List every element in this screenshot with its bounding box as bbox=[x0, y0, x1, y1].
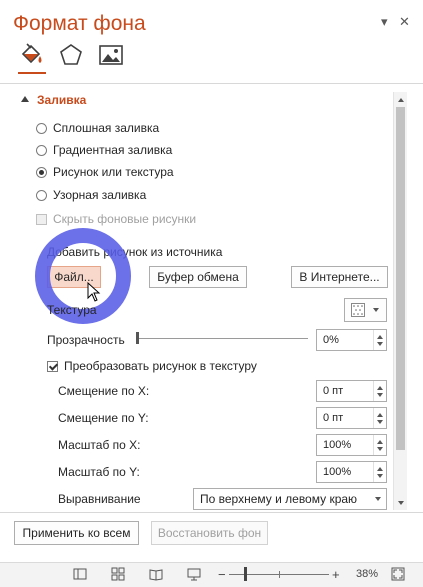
texture-picker-dropdown[interactable] bbox=[344, 298, 387, 322]
scrollbar-thumb[interactable] bbox=[396, 107, 405, 450]
clipboard-button[interactable]: Буфер обмена bbox=[149, 266, 247, 288]
slide-sorter-icon[interactable] bbox=[111, 567, 125, 581]
normal-view-icon[interactable] bbox=[73, 567, 87, 581]
tab-effects[interactable] bbox=[56, 40, 86, 70]
offset-x-spinner[interactable]: 0 пт bbox=[316, 380, 387, 402]
radio-label: Градиентная заливка bbox=[53, 143, 173, 157]
decrement-icon[interactable] bbox=[377, 446, 383, 451]
radio-button[interactable] bbox=[36, 122, 47, 134]
increment-icon[interactable] bbox=[377, 439, 383, 444]
section-collapse-icon[interactable] bbox=[21, 96, 29, 102]
footer-separator bbox=[0, 512, 423, 513]
spinner-arrows[interactable] bbox=[373, 381, 386, 401]
scale-x-value[interactable]: 100% bbox=[317, 439, 373, 451]
header-separator bbox=[0, 83, 423, 84]
increment-icon[interactable] bbox=[377, 466, 383, 471]
radio-button[interactable] bbox=[36, 189, 47, 201]
tile-picture-checkbox[interactable]: Преобразовать рисунок в текстуру bbox=[47, 357, 257, 375]
tab-fill[interactable] bbox=[16, 40, 46, 74]
fill-bucket-icon bbox=[21, 43, 42, 64]
mouse-cursor-icon bbox=[87, 282, 101, 302]
reset-background-button[interactable]: Восстановить фон bbox=[151, 521, 268, 545]
spinner-arrows[interactable] bbox=[373, 330, 386, 350]
radio-label: Рисунок или текстура bbox=[53, 165, 174, 179]
radio-picture-texture-fill[interactable]: Рисунок или текстура bbox=[36, 163, 174, 181]
tab-active-indicator bbox=[18, 72, 46, 74]
scroll-down-icon bbox=[397, 500, 404, 505]
scale-x-label: Масштаб по X: bbox=[58, 438, 141, 452]
alignment-label: Выравнивание bbox=[58, 492, 141, 506]
radio-button[interactable] bbox=[36, 144, 47, 156]
checkbox-box[interactable] bbox=[36, 213, 47, 225]
scroll-down-button[interactable] bbox=[394, 496, 407, 509]
offset-y-value[interactable]: 0 пт bbox=[317, 412, 373, 424]
hide-background-graphics-checkbox[interactable]: Скрыть фоновые рисунки bbox=[36, 210, 196, 228]
radio-label: Узорная заливка bbox=[53, 188, 147, 202]
offset-y-spinner[interactable]: 0 пт bbox=[316, 407, 387, 429]
radio-button[interactable] bbox=[36, 166, 47, 178]
alignment-value: По верхнему и левому краю bbox=[200, 492, 358, 506]
zoom-slider-center-tick bbox=[279, 571, 280, 578]
zoom-level[interactable]: 38% bbox=[356, 568, 378, 580]
transparency-slider-thumb[interactable] bbox=[136, 332, 139, 344]
radio-pattern-fill[interactable]: Узорная заливка bbox=[36, 186, 146, 204]
fill-section-title[interactable]: Заливка bbox=[37, 93, 86, 107]
zoom-in-button[interactable]: + bbox=[332, 567, 340, 582]
texture-label: Текстура bbox=[47, 303, 97, 317]
reading-view-icon[interactable] bbox=[149, 567, 163, 581]
offset-y-label: Смещение по Y: bbox=[58, 411, 149, 425]
scale-y-spinner[interactable]: 100% bbox=[316, 461, 387, 483]
chevron-down-icon bbox=[375, 497, 381, 501]
spinner-arrows[interactable] bbox=[373, 435, 386, 455]
transparency-spinner[interactable]: 0% bbox=[316, 329, 387, 351]
scale-y-value[interactable]: 100% bbox=[317, 466, 373, 478]
spinner-arrows[interactable] bbox=[373, 462, 386, 482]
close-pane-button[interactable]: ✕ bbox=[399, 14, 410, 30]
decrement-icon[interactable] bbox=[377, 473, 383, 478]
increment-icon[interactable] bbox=[377, 385, 383, 390]
offset-x-label: Смещение по X: bbox=[58, 384, 150, 398]
pentagon-effects-icon bbox=[60, 44, 82, 65]
alignment-dropdown[interactable]: По верхнему и левому краю bbox=[193, 488, 387, 510]
picture-icon bbox=[99, 45, 123, 65]
scale-y-label: Масштаб по Y: bbox=[58, 465, 140, 479]
tab-picture[interactable] bbox=[96, 40, 126, 70]
radio-gradient-fill[interactable]: Градиентная заливка bbox=[36, 141, 172, 159]
fit-to-window-icon[interactable] bbox=[391, 567, 405, 581]
transparency-value[interactable]: 0% bbox=[317, 334, 373, 346]
transparency-label: Прозрачность bbox=[47, 333, 125, 347]
spinner-arrows[interactable] bbox=[373, 408, 386, 428]
chevron-down-icon bbox=[373, 308, 379, 312]
scale-x-spinner[interactable]: 100% bbox=[316, 434, 387, 456]
radio-solid-fill[interactable]: Сплошная заливка bbox=[36, 119, 159, 137]
status-bar: − + 38% bbox=[0, 562, 423, 587]
scroll-up-button[interactable] bbox=[394, 93, 407, 106]
increment-icon[interactable] bbox=[377, 334, 383, 339]
radio-label: Сплошная заливка bbox=[53, 121, 160, 135]
pane-options-dropdown[interactable]: ▾ bbox=[381, 14, 388, 30]
scroll-up-icon bbox=[397, 97, 404, 102]
pane-title: Формат фона bbox=[13, 12, 146, 35]
online-button[interactable]: В Интернете... bbox=[291, 266, 388, 288]
transparency-slider-track[interactable] bbox=[136, 338, 308, 339]
apply-to-all-button[interactable]: Применить ко всем bbox=[14, 521, 139, 545]
increment-icon[interactable] bbox=[377, 412, 383, 417]
decrement-icon[interactable] bbox=[377, 419, 383, 424]
offset-x-value[interactable]: 0 пт bbox=[317, 385, 373, 397]
pane-scrollbar[interactable] bbox=[393, 92, 407, 510]
decrement-icon[interactable] bbox=[377, 392, 383, 397]
texture-swatch-icon bbox=[351, 303, 365, 317]
checkbox-box[interactable] bbox=[47, 360, 58, 372]
decrement-icon[interactable] bbox=[377, 341, 383, 346]
slideshow-icon[interactable] bbox=[187, 567, 201, 581]
checkbox-label: Преобразовать рисунок в текстуру bbox=[64, 359, 257, 373]
zoom-out-button[interactable]: − bbox=[218, 567, 226, 582]
checkbox-label: Скрыть фоновые рисунки bbox=[53, 212, 197, 226]
zoom-slider-thumb[interactable] bbox=[244, 567, 247, 581]
